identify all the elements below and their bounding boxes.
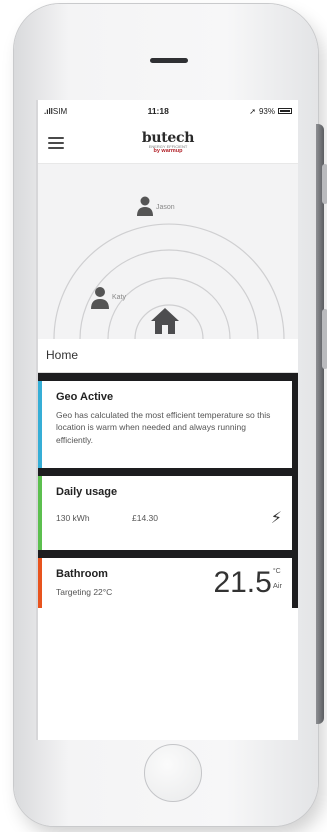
current-temperature: 21.5 °C Air [213,568,282,598]
card-description: Geo has calculated the most efficient te… [56,410,271,445]
app-screen: .ıllSIM 11:18 ➚ 93% butech ENERGY EFFICI… [36,100,298,740]
temperature-unit: °C [272,568,281,576]
brand-sub: by warmup [153,147,183,154]
signal-indicator: .ıllSIM [44,106,68,116]
page-title: Home [38,339,298,373]
target-temperature: Targeting 22°C [56,586,113,597]
status-bar: .ıllSIM 11:18 ➚ 93% [38,100,298,122]
home-button[interactable] [144,744,202,802]
earpiece-speaker [150,58,188,63]
battery-icon [278,108,292,114]
status-time: 11:18 [147,106,169,116]
geo-active-card[interactable]: Geo Active Geo has calculated the most e… [38,381,292,468]
sensor-mode: Air [272,581,282,591]
volume-button [322,164,327,204]
status-right: ➚ 93% [249,107,292,116]
menu-icon[interactable] [48,136,64,149]
temperature-value: 21.5 [213,566,272,600]
brand-logo: butech ENERGY EFFICIENT by warmup [141,129,195,155]
usage-row: 130 kWh £14.30 ⚡︎ [56,508,282,528]
person-icon [91,287,109,309]
app-header: butech ENERGY EFFICIENT by warmup [38,122,298,164]
person-label-jason: Jason [156,204,175,211]
person-icon [137,196,153,216]
bathroom-card[interactable]: Bathroom Targeting 22°C 21.5 °C Air [38,557,292,609]
house-icon [151,308,179,334]
brand-name: butech [141,129,195,146]
location-arrow-icon: ➚ [249,106,256,116]
geo-rings [53,196,285,339]
lightning-bolt-icon: ⚡︎ [270,509,282,527]
battery-percent: 93% [258,106,275,116]
person-label-katy: Katy [112,294,127,301]
geo-map: Jason Katy [38,164,298,339]
card-title: Geo Active [56,391,114,403]
card-list: Geo Active Geo has calculated the most e… [38,373,298,609]
power-button [322,309,327,369]
card-title: Daily usage [56,485,118,498]
bathroom-row: Bathroom Targeting 22°C 21.5 °C Air [56,568,282,598]
phone-edge [316,124,324,724]
daily-usage-card[interactable]: Daily usage 130 kWh £14.30 ⚡︎ [38,475,292,550]
usage-cost: £14.30 [132,512,158,523]
card-title: Bathroom [56,567,108,580]
usage-kwh: 130 kWh [56,512,90,523]
